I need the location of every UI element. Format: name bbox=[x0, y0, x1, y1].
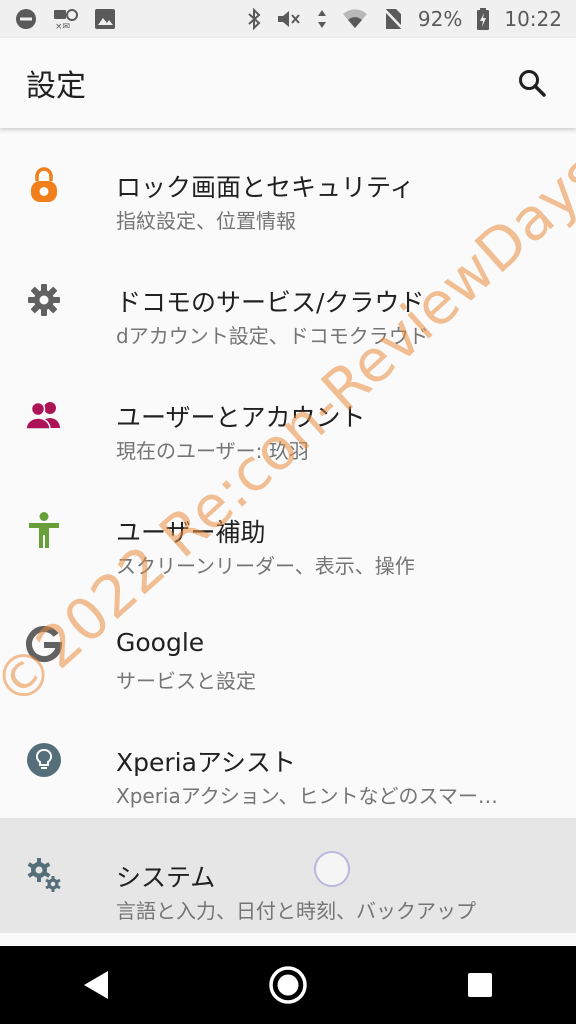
status-bar-right: 92% 10:22 bbox=[246, 7, 562, 31]
item-title: システム bbox=[116, 863, 216, 892]
users-icon bbox=[24, 395, 64, 435]
item-subtitle: スクリーンリーダー、表示、操作 bbox=[116, 554, 415, 578]
recents-button[interactable] bbox=[440, 955, 520, 1015]
mute-icon bbox=[276, 7, 302, 31]
google-icon bbox=[24, 625, 64, 665]
item-title: ドコモのサービス/クラウド bbox=[116, 288, 425, 317]
settings-item-xperia-assist[interactable]: Xperiaアシスト Xperiaアクション、ヒントなどのスマー… bbox=[0, 703, 576, 818]
item-subtitle: 指紋設定、位置情報 bbox=[116, 209, 296, 233]
touch-indicator bbox=[314, 851, 350, 887]
image-icon bbox=[94, 8, 116, 30]
bluetooth-icon bbox=[246, 7, 262, 31]
battery-charging-icon bbox=[476, 7, 490, 31]
item-title: Google bbox=[116, 628, 205, 657]
settings-list: ロック画面とセキュリティ 指紋設定、位置情報 ドコモのサービス/クラウド dアカ… bbox=[0, 128, 576, 933]
no-sim-icon bbox=[382, 7, 404, 31]
navigation-bar bbox=[0, 946, 576, 1024]
svg-text:×✉: ×✉ bbox=[55, 22, 70, 31]
item-subtitle: Xperiaアクション、ヒントなどのスマー… bbox=[116, 784, 498, 808]
settings-item-accessibility[interactable]: ユーザー補助 スクリーンリーダー、表示、操作 bbox=[0, 473, 576, 588]
search-button[interactable] bbox=[512, 63, 552, 103]
lock-icon bbox=[24, 165, 64, 205]
settings-item-lock-screen-security[interactable]: ロック画面とセキュリティ 指紋設定、位置情報 bbox=[0, 128, 576, 243]
settings-item-users-accounts[interactable]: ユーザーとアカウント 現在のユーザー: 玖羽 bbox=[0, 358, 576, 473]
battery-percent: 92% bbox=[417, 7, 463, 31]
data-arrows-icon bbox=[316, 7, 328, 31]
recents-icon bbox=[468, 973, 492, 997]
wifi-icon bbox=[342, 8, 368, 30]
app-bar: 設定 bbox=[0, 38, 576, 128]
back-button[interactable] bbox=[56, 955, 136, 1015]
page-title: 設定 bbox=[26, 69, 86, 104]
home-button[interactable] bbox=[248, 955, 328, 1015]
item-subtitle: 現在のユーザー: 玖羽 bbox=[116, 439, 309, 463]
item-title: Xperiaアシスト bbox=[116, 748, 296, 777]
status-bar: ×✉ 92% 10:22 bbox=[0, 0, 576, 38]
clock: 10:22 bbox=[504, 7, 562, 31]
do-not-disturb-icon bbox=[14, 7, 38, 31]
item-title: ロック画面とセキュリティ bbox=[116, 173, 415, 202]
item-title: ユーザーとアカウント bbox=[116, 403, 366, 432]
lightbulb-icon bbox=[24, 740, 64, 780]
sim-notification-icon: ×✉ bbox=[52, 7, 80, 31]
accessibility-icon bbox=[24, 510, 64, 550]
search-icon bbox=[519, 70, 546, 97]
back-icon bbox=[84, 971, 108, 999]
item-subtitle: 言語と入力、日付と時刻、バックアップ bbox=[116, 899, 476, 923]
gear-icon bbox=[24, 280, 64, 320]
item-subtitle: サービスと設定 bbox=[116, 669, 256, 693]
settings-item-system[interactable]: システム 言語と入力、日付と時刻、バックアップ bbox=[0, 818, 576, 933]
status-bar-left: ×✉ bbox=[14, 7, 116, 31]
home-icon bbox=[269, 966, 307, 1004]
settings-item-google[interactable]: Google サービスと設定 bbox=[0, 588, 576, 703]
system-gears-icon bbox=[24, 855, 64, 895]
item-title: ユーザー補助 bbox=[116, 518, 266, 547]
settings-item-docomo-services[interactable]: ドコモのサービス/クラウド dアカウント設定、ドコモクラウド bbox=[0, 243, 576, 358]
item-subtitle: dアカウント設定、ドコモクラウド bbox=[116, 324, 429, 348]
